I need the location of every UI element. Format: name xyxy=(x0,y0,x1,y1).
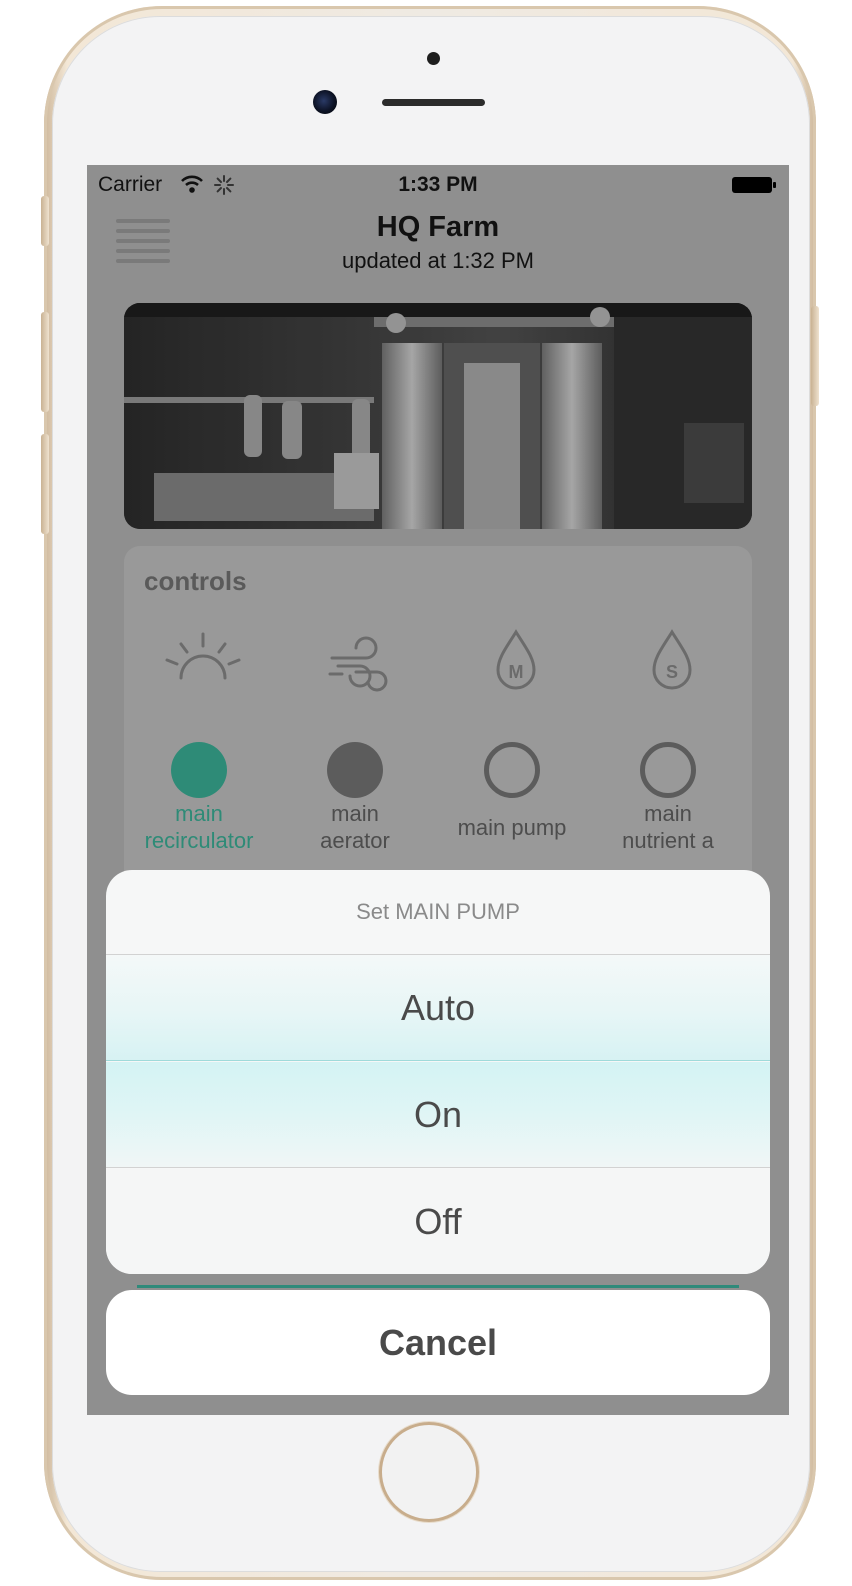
toggle-label-main-aerator: main aerator xyxy=(320,801,390,853)
farm-camera-image[interactable] xyxy=(124,303,752,529)
front-camera xyxy=(313,90,337,114)
action-sheet: Set MAIN PUMP Auto On Off xyxy=(106,870,770,1274)
toggle-label-main-nutrient-a: main nutrient a xyxy=(622,801,714,853)
sun-icon[interactable] xyxy=(163,626,243,696)
status-time: 1:33 PM xyxy=(398,173,478,196)
toggle-main-pump[interactable] xyxy=(484,742,540,798)
cancel-button[interactable]: Cancel xyxy=(106,1290,770,1395)
status-bar: Carrier 1:33 PM xyxy=(87,165,789,205)
drop-m-icon[interactable]: M xyxy=(476,626,556,696)
page-title: HQ Farm xyxy=(376,211,500,243)
battery-icon xyxy=(732,177,776,193)
toggle-main-aerator[interactable] xyxy=(327,742,383,798)
svg-text:M: M xyxy=(509,662,524,682)
proximity-sensor xyxy=(427,52,440,65)
farm-camera-photo xyxy=(124,303,752,529)
toggle-label-main-recirculator: main recirculator xyxy=(144,801,254,853)
power-button xyxy=(811,306,819,406)
option-auto-button[interactable]: Auto xyxy=(106,955,770,1061)
wind-icon[interactable] xyxy=(320,626,400,696)
option-off-button[interactable]: Off xyxy=(106,1169,770,1274)
earpiece-speaker xyxy=(382,99,485,106)
toggle-main-nutrient-a[interactable] xyxy=(640,742,696,798)
teal-strip xyxy=(137,1285,739,1288)
svg-text:S: S xyxy=(666,662,678,682)
volume-up-button xyxy=(41,312,49,412)
home-button[interactable] xyxy=(379,1422,479,1522)
toggle-main-recirculator[interactable] xyxy=(171,742,227,798)
drop-s-icon[interactable]: S xyxy=(632,626,712,696)
app-screen: Carrier 1:33 PM HQ Farm updated at 1:32 … xyxy=(87,165,789,1415)
volume-down-button xyxy=(41,434,49,534)
last-updated-label: updated at 1:32 PM xyxy=(341,248,535,273)
toggle-label-main-pump: main pump xyxy=(457,815,567,840)
controls-title: controls xyxy=(144,566,247,596)
option-on-button[interactable]: On xyxy=(106,1062,770,1168)
action-sheet-title: Set MAIN PUMP xyxy=(106,870,770,955)
mute-switch xyxy=(41,196,49,246)
